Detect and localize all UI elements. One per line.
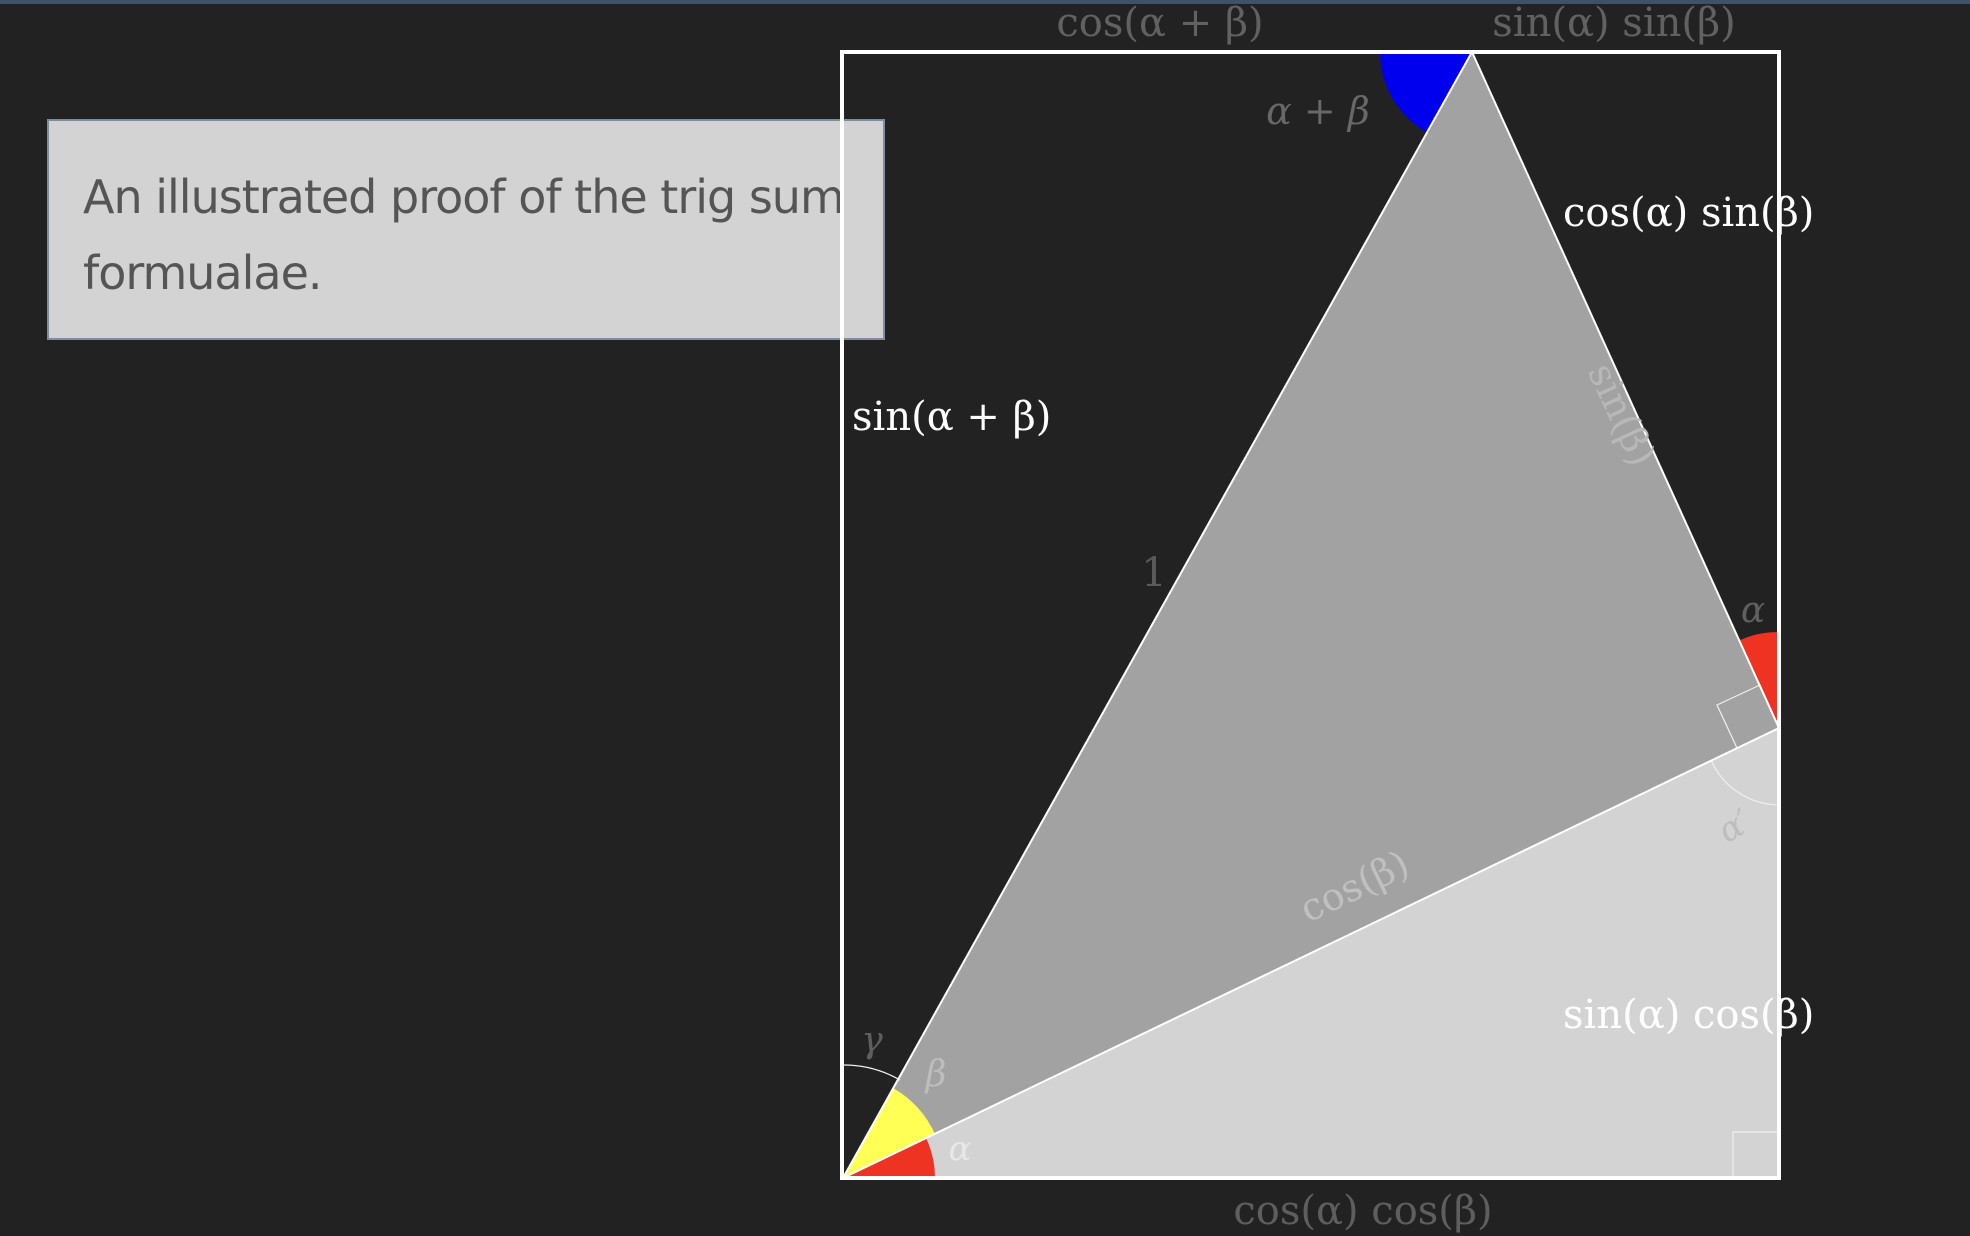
label-angle-beta: β <box>924 1054 947 1095</box>
label-angle-alpha-right: α <box>1741 590 1765 631</box>
label-cos-alpha-cos-beta: cos(α) cos(β) <box>1233 1188 1492 1234</box>
label-angle-alpha-bottom: α <box>949 1129 972 1169</box>
label-angle-alpha-plus-beta: α + β <box>1266 89 1370 133</box>
label-hypotenuse-one: 1 <box>1141 550 1166 596</box>
label-sin-alpha-plus-beta: sin(α + β) <box>852 394 1051 440</box>
label-cos-alpha-plus-beta: cos(α + β) <box>1056 0 1263 46</box>
caption-text: An illustrated proof of the trig sum for… <box>83 170 845 300</box>
label-sin-alpha-cos-beta: sin(α) cos(β) <box>1563 992 1814 1038</box>
caption-box: An illustrated proof of the trig sum for… <box>47 119 885 340</box>
label-sin-alpha-sin-beta: sin(α) sin(β) <box>1492 0 1735 46</box>
label-cos-alpha-sin-beta: cos(α) sin(β) <box>1563 190 1814 236</box>
label-angle-gamma: γ <box>861 1020 883 1061</box>
gamma-angle-arc <box>842 1064 901 1081</box>
